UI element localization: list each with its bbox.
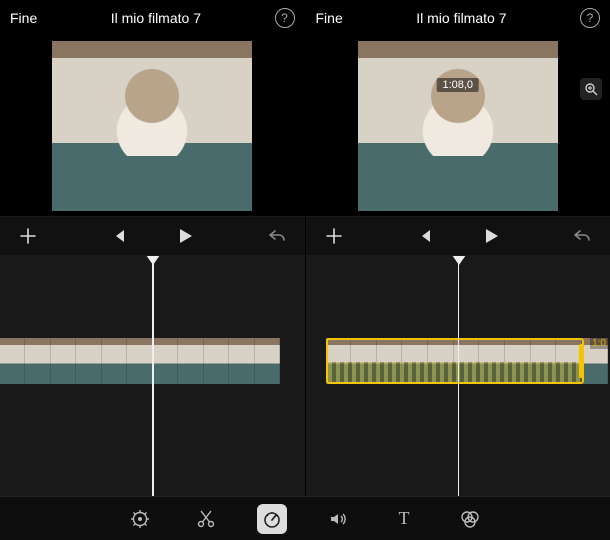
transport-bar: [306, 216, 610, 256]
done-button[interactable]: Fine: [10, 10, 37, 26]
preview-frame[interactable]: [52, 41, 252, 211]
help-button[interactable]: ?: [275, 8, 295, 28]
bottom-toolbar: T: [0, 496, 610, 540]
clip-end-time: 1:0: [590, 338, 608, 349]
undo-button[interactable]: [267, 226, 287, 246]
preview-area: [0, 36, 305, 216]
text-tool-button[interactable]: T: [389, 504, 419, 534]
timestamp-badge: 1:08,0: [436, 78, 479, 92]
skip-back-button[interactable]: [109, 227, 127, 245]
top-bar: Fine Il mio filmato 7 ?: [0, 0, 305, 36]
project-title: Il mio filmato 7: [343, 10, 580, 26]
play-button[interactable]: [481, 226, 501, 246]
zoom-button[interactable]: [580, 78, 602, 100]
done-button[interactable]: Fine: [316, 10, 343, 26]
help-button[interactable]: ?: [580, 8, 600, 28]
volume-button[interactable]: [323, 504, 353, 534]
transport-bar: [0, 216, 305, 256]
preview-area: 1:08,0: [306, 36, 610, 216]
clip-selection[interactable]: [326, 338, 584, 384]
speed-tool-button[interactable]: [257, 504, 287, 534]
undo-button[interactable]: [572, 226, 592, 246]
video-clip[interactable]: [0, 338, 280, 384]
speed-overlay: [328, 362, 582, 382]
preview-frame[interactable]: [358, 41, 558, 211]
scissors-button[interactable]: [191, 504, 221, 534]
settings-button[interactable]: [125, 504, 155, 534]
filter-button[interactable]: [455, 504, 485, 534]
top-bar: Fine Il mio filmato 7 ?: [306, 0, 610, 36]
editor-panel-right: Fine Il mio filmato 7 ? 1:08,0: [305, 0, 610, 540]
add-media-button[interactable]: [324, 226, 344, 246]
skip-back-button[interactable]: [415, 227, 433, 245]
play-button[interactable]: [175, 226, 195, 246]
project-title: Il mio filmato 7: [37, 10, 274, 26]
editor-panel-left: Fine Il mio filmato 7 ?: [0, 0, 305, 540]
add-media-button[interactable]: [18, 226, 38, 246]
